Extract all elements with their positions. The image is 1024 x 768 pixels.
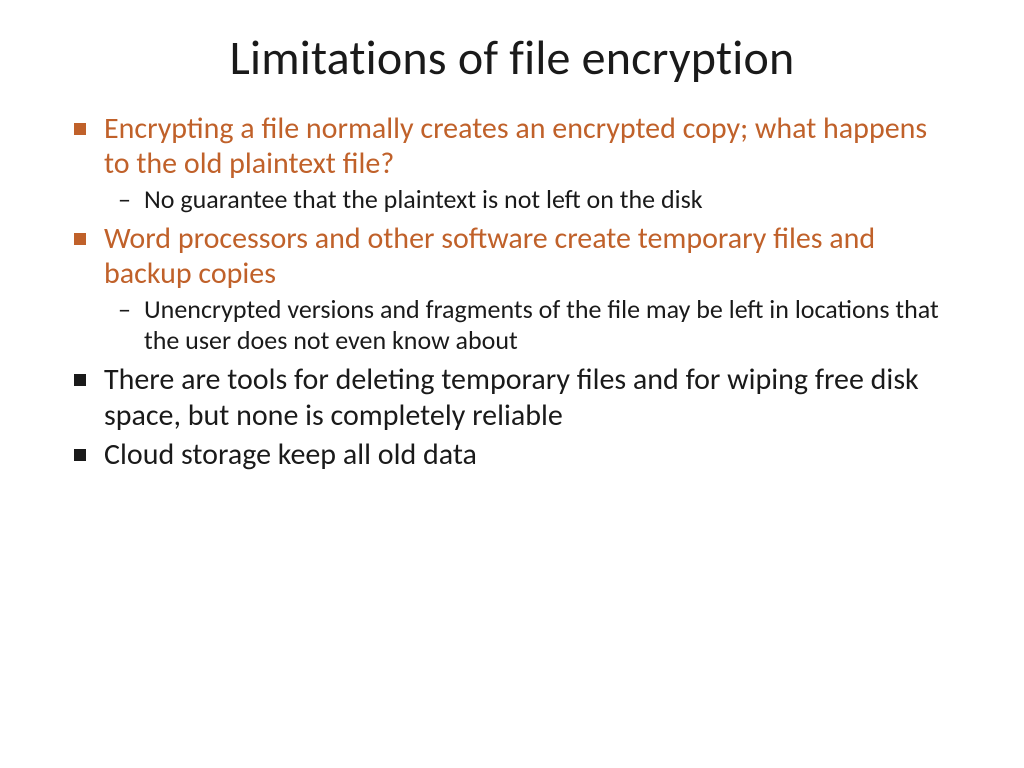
bullet-list: Encrypting a file normally creates an en… <box>70 111 954 472</box>
sub-list: No guarantee that the plaintext is not l… <box>104 184 954 215</box>
bullet-item: Word processors and other software creat… <box>70 221 954 356</box>
slide: Limitations of file encryption Encryptin… <box>0 0 1024 768</box>
sub-text: No guarantee that the plaintext is not l… <box>144 183 703 215</box>
sub-text: Unencrypted versions and fragments of th… <box>144 293 939 356</box>
sub-item: No guarantee that the plaintext is not l… <box>114 184 954 215</box>
bullet-text: Cloud storage keep all old data <box>104 436 477 473</box>
bullet-text: Word processors and other software creat… <box>104 220 875 292</box>
slide-title: Limitations of file encryption <box>70 28 954 87</box>
bullet-item: Encrypting a file normally creates an en… <box>70 111 954 215</box>
bullet-text: There are tools for deleting temporary f… <box>104 361 919 433</box>
sub-list: Unencrypted versions and fragments of th… <box>104 294 954 356</box>
sub-item: Unencrypted versions and fragments of th… <box>114 294 954 356</box>
bullet-text: Encrypting a file normally creates an en… <box>104 110 927 182</box>
bullet-item: Cloud storage keep all old data <box>70 437 954 472</box>
bullet-item: There are tools for deleting temporary f… <box>70 362 954 433</box>
